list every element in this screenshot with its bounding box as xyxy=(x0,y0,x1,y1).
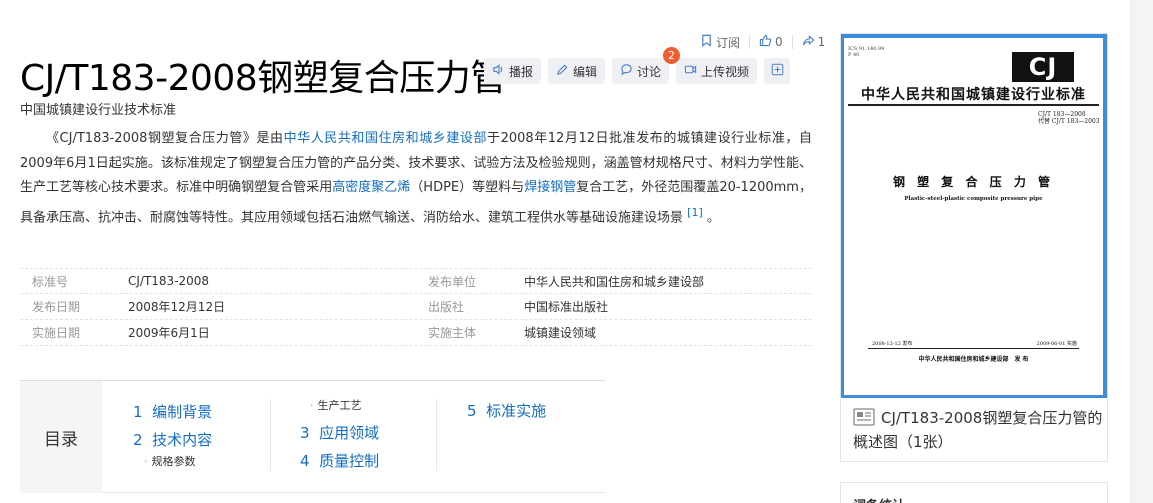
cover-page: ICS 91.140.99 P 40 CJ 中华人民共和国城镇建设行业标准 CJ… xyxy=(844,38,1103,395)
cover-english-title: Plastic-steel-plastic composite pressure… xyxy=(904,196,1043,202)
share-icon xyxy=(802,34,815,50)
toc-title: 目录 xyxy=(20,381,102,493)
info-row: 标准号 CJ/T183-2008 发布单位 中华人民共和国住房和城乡建设部 xyxy=(20,268,812,294)
toc-divider xyxy=(436,399,437,471)
divider xyxy=(749,35,751,49)
toc-label: 标准实施 xyxy=(486,402,547,420)
pencil-icon xyxy=(556,63,569,79)
entry-stats-card: 词条统计 xyxy=(840,482,1108,503)
cover-standard-code: CJ/T 183—2008 代替 CJ/T 183—2003 xyxy=(1038,111,1100,125)
toc-subitem-specifications[interactable]: 规格参数 xyxy=(144,453,196,469)
basic-info-table: 标准号 CJ/T183-2008 发布单位 中华人民共和国住房和城乡建设部 发布… xyxy=(20,268,812,346)
info-value: 中国标准出版社 xyxy=(524,300,609,314)
toc-number: 4 xyxy=(300,452,310,470)
entry-stats-title: 词条统计 xyxy=(853,495,905,503)
discuss-badge: 2 xyxy=(663,47,680,64)
image-caption[interactable]: CJ/T183-2008钢塑复合压力管的概述图（1张） xyxy=(853,406,1103,454)
toc-label: 应用领域 xyxy=(319,424,380,442)
toc-label: 质量控制 xyxy=(319,452,380,470)
edit-label: 编辑 xyxy=(573,64,598,79)
subscribe-button[interactable]: 订阅 xyxy=(700,34,740,51)
divider xyxy=(791,35,793,49)
toc-subitem-process[interactable]: 生产工艺 xyxy=(310,397,362,413)
cover-rule xyxy=(868,348,1079,349)
broadcast-button[interactable]: 播报 xyxy=(484,58,542,84)
cover-ics-code: ICS 91.140.99 P 40 xyxy=(848,46,885,58)
title-toolbar: 播报 编辑 讨论 上传视频 xyxy=(484,58,791,84)
toc-label: 编制背景 xyxy=(152,403,213,421)
info-value: 2008年12月12日 xyxy=(128,300,226,314)
info-value: 城镇建设领域 xyxy=(524,326,597,340)
cover-org: 中华人民共和国城镇建设行业标准 xyxy=(861,87,1086,103)
like-button[interactable]: 0 xyxy=(759,34,783,50)
thumbs-up-icon xyxy=(759,34,772,50)
top-actions: 订阅 0 1 xyxy=(700,34,825,50)
broadcast-label: 播报 xyxy=(509,64,534,79)
toc-number: 3 xyxy=(300,424,310,442)
page-scroll-edge xyxy=(1130,0,1153,503)
toc-number: 1 xyxy=(133,403,143,421)
bookmark-icon xyxy=(700,34,713,50)
standard-cover-image[interactable]: ICS 91.140.99 P 40 CJ 中华人民共和国城镇建设行业标准 CJ… xyxy=(841,34,1107,398)
cover-title: 钢 塑 复 合 压 力 管 xyxy=(892,175,1055,189)
like-count: 0 xyxy=(775,35,783,49)
upload-video-button[interactable]: 上传视频 xyxy=(676,58,758,84)
reference-link[interactable]: [1] xyxy=(687,206,703,219)
summary-text: 《CJ/T183-2008钢塑复合压力管》是由 xyxy=(46,131,284,146)
link-ministry[interactable]: 中华人民共和国住房和城乡建设部 xyxy=(284,131,487,146)
image-caption-text: CJ/T183-2008钢塑复合压力管的概述图（1张） xyxy=(853,409,1103,451)
edit-button[interactable]: 编辑 xyxy=(548,58,606,84)
cover-issue-date: 2008-12-12 发布 xyxy=(872,341,913,347)
discuss-label: 讨论 xyxy=(637,64,662,79)
link-hdpe[interactable]: 高密度聚乙烯 xyxy=(332,180,410,195)
info-label: 标准号 xyxy=(32,274,69,289)
info-label: 发布单位 xyxy=(428,274,477,289)
page-subtitle: 中国城镇建设行业技术标准 xyxy=(20,103,177,118)
toc-item-technical-content[interactable]: 2 技术内容 xyxy=(133,429,212,450)
share-button[interactable]: 1 xyxy=(802,34,826,50)
cj-logo: CJ xyxy=(1012,52,1074,82)
info-value: 中华人民共和国住房和城乡建设部 xyxy=(524,274,705,289)
toc-item-background[interactable]: 1 编制背景 xyxy=(133,401,212,422)
share-count: 1 xyxy=(817,35,826,49)
discuss-button[interactable]: 讨论 xyxy=(612,58,670,84)
summary-image-card[interactable]: ICS 91.140.99 P 40 CJ 中华人民共和国城镇建设行业标准 CJ… xyxy=(840,33,1108,462)
info-label: 出版社 xyxy=(428,300,465,314)
gallery-icon xyxy=(853,408,881,427)
toc-item-quality-control[interactable]: 4 质量控制 xyxy=(300,450,379,471)
summary-text: 。 xyxy=(706,209,720,225)
link-welded-steel-pipe[interactable]: 焊接钢管 xyxy=(524,180,576,195)
plus-icon xyxy=(771,63,784,79)
info-row: 实施日期 2009年6月1日 实施主体 城镇建设领域 xyxy=(20,320,812,346)
info-value: CJ/T183-2008 xyxy=(128,274,210,288)
cover-dates: 2008-12-12 发布 2009-06-01 实施 xyxy=(872,340,1077,347)
info-row: 发布日期 2008年12月12日 出版社 中国标准出版社 xyxy=(20,294,812,320)
table-of-contents: 目录 1 编制背景 2 技术内容 规格参数 生产工艺 3 应用领域 4 质量控制… xyxy=(20,380,605,493)
info-label: 发布日期 xyxy=(32,300,81,314)
summary-paragraph: 《CJ/T183-2008钢塑复合压力管》是由中华人民共和国住房和城乡建设部于2… xyxy=(20,127,812,230)
toc-item-implementation[interactable]: 5 标准实施 xyxy=(467,400,546,421)
cover-publisher: 中华人民共和国住房和城乡建设部 发 布 xyxy=(918,356,1029,363)
cover-rule xyxy=(848,104,1099,106)
video-icon xyxy=(684,63,697,79)
add-button[interactable] xyxy=(764,58,791,84)
toc-item-application[interactable]: 3 应用领域 xyxy=(300,422,379,443)
summary-text: （HDPE）等塑料与 xyxy=(410,180,525,195)
toc-label: 技术内容 xyxy=(152,431,213,449)
cover-impl-date: 2009-06-01 实施 xyxy=(1036,341,1077,347)
toc-number: 2 xyxy=(133,431,143,449)
speaker-icon xyxy=(492,63,505,79)
chat-icon xyxy=(620,63,633,79)
toc-number: 5 xyxy=(467,402,477,420)
info-value: 2009年6月1日 xyxy=(128,326,210,340)
info-label: 实施主体 xyxy=(428,326,477,340)
toc-divider xyxy=(270,399,271,471)
upload-video-label: 上传视频 xyxy=(701,64,750,79)
page-title: CJ/T183-2008钢塑复合压力管 xyxy=(20,58,506,99)
subscribe-label: 订阅 xyxy=(716,35,741,50)
info-label: 实施日期 xyxy=(32,326,81,340)
